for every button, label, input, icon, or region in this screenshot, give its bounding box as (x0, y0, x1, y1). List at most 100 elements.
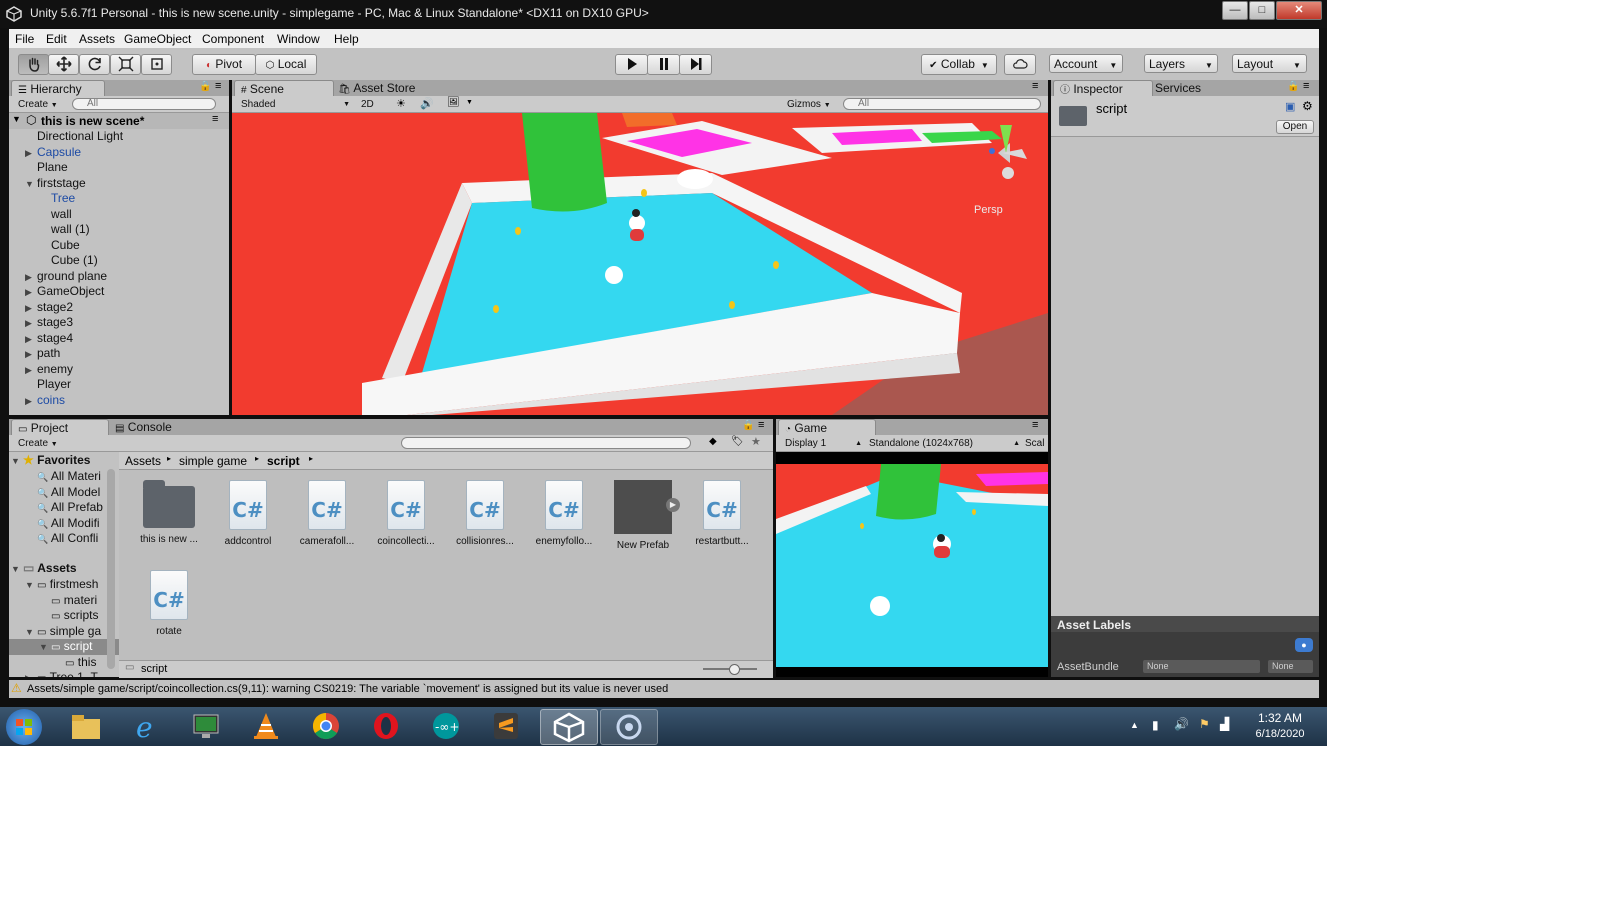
expand-arrow-icon[interactable]: ▶ (25, 316, 37, 331)
display-dropdown[interactable]: Display 1 ▲ (782, 437, 864, 450)
resolution-dropdown[interactable]: Standalone (1024x768) ▲ (866, 437, 1022, 450)
asset-item[interactable]: C# camerafoll... (287, 480, 367, 547)
persp-label[interactable]: Persp (974, 204, 1003, 216)
project-search-input[interactable] (401, 437, 691, 449)
taskbar-vlc[interactable] (248, 711, 284, 741)
project-create-button[interactable]: Create ▼ (15, 437, 61, 450)
taskbar-internet-explorer[interactable]: e (128, 711, 164, 744)
expand-arrow-icon[interactable]: ▼ (25, 625, 37, 640)
expand-arrow-icon[interactable]: ▶ (25, 671, 37, 677)
hand-tool-button[interactable] (18, 54, 49, 75)
asset-item[interactable]: C# addcontrol (208, 480, 288, 547)
breadcrumb-simple-game[interactable]: simple game (179, 454, 247, 468)
help-book-icon[interactable]: ▣ (1285, 100, 1295, 113)
expand-arrow-icon[interactable]: ▼ (12, 114, 21, 124)
expand-arrow-icon[interactable]: ▶ (25, 146, 37, 161)
pivot-toggle[interactable]: ◐ Pivot (192, 54, 256, 75)
scene-search-input[interactable] (843, 98, 1041, 110)
asset-bundle-dropdown[interactable]: None (1143, 660, 1260, 673)
taskbar-arduino[interactable]: -∞+ (428, 711, 464, 741)
hierarchy-item[interactable]: wall (39, 207, 72, 223)
minimize-button[interactable]: — (1222, 1, 1248, 20)
tab-scene[interactable]: # Scene (234, 80, 334, 97)
scene-menu-icon[interactable]: ≡ (212, 113, 218, 125)
scene-header-row[interactable]: ▼ ⬡ this is new scene* ≡ (9, 113, 229, 129)
favorite-item[interactable]: 🔍 All Prefab (37, 500, 103, 516)
game-viewport[interactable] (776, 464, 1048, 667)
expand-arrow-icon[interactable]: ▶ (25, 394, 37, 409)
start-button[interactable] (6, 709, 42, 745)
expand-arrow-icon[interactable]: ▼ (11, 562, 23, 577)
battery-icon[interactable]: ▮ (1152, 718, 1159, 732)
project-folder-item[interactable]: ▼ ▭ simple ga (9, 624, 119, 640)
expand-arrow-icon[interactable]: ▶ (25, 332, 37, 347)
volume-icon[interactable]: 🔊 (1174, 717, 1189, 731)
hierarchy-item[interactable]: ▶ enemy (25, 362, 73, 378)
taskbar-opera[interactable] (368, 711, 404, 741)
tag-icon[interactable]: ● (1295, 638, 1313, 652)
tree-scrollbar[interactable] (107, 469, 115, 669)
hierarchy-item[interactable]: ▶ Capsule (25, 145, 81, 161)
asset-item[interactable]: this is new ... (129, 480, 209, 545)
menu-component[interactable]: Component (202, 32, 264, 46)
scale-tool-button[interactable] (110, 54, 141, 75)
hierarchy-item[interactable]: ▶ stage3 (25, 315, 73, 331)
filter-type-icon[interactable]: ◆ (709, 436, 717, 447)
tab-hierarchy[interactable]: ☰ Hierarchy (11, 80, 105, 97)
move-tool-button[interactable] (48, 54, 79, 75)
project-folder-item[interactable]: ▼ ▭ firstmesh (9, 577, 119, 593)
layout-dropdown[interactable]: Layout ▼ (1232, 54, 1307, 73)
hierarchy-item[interactable]: wall (1) (39, 222, 90, 238)
menu-file[interactable]: File (15, 32, 34, 46)
menu-edit[interactable]: Edit (46, 32, 67, 46)
expand-arrow-icon[interactable]: ▼ (25, 578, 37, 593)
rect-tool-button[interactable] (141, 54, 172, 75)
project-folder-item[interactable]: ▼ ▭ script (9, 639, 119, 655)
expand-arrow-icon[interactable]: ▼ (25, 177, 37, 192)
tab-services[interactable]: Services (1149, 80, 1225, 96)
asset-item[interactable]: C# rotate (129, 570, 209, 637)
layers-dropdown[interactable]: Layers ▼ (1144, 54, 1218, 73)
tab-inspector[interactable]: ⓘ Inspector (1053, 80, 1153, 97)
hierarchy-item[interactable]: ▶ stage2 (25, 300, 73, 316)
lock-icon[interactable]: 🔒 (199, 81, 211, 92)
project-folder-item[interactable]: ▶▭ Tree 1_T (9, 670, 119, 677)
status-bar[interactable]: ⚠ Assets/simple game/script/coincollecti… (9, 680, 1319, 698)
taskbar-unity[interactable] (540, 709, 598, 745)
expand-arrow-icon[interactable]: ▼ (11, 454, 23, 469)
favorite-item[interactable]: 🔍 All Confli (37, 531, 98, 547)
filter-label-icon[interactable]: 🏷 (731, 436, 744, 447)
shading-mode-dropdown[interactable]: Shaded ▼ (238, 98, 354, 111)
menu-gameobject[interactable]: GameObject (124, 32, 191, 46)
hierarchy-item[interactable]: ▼ firststage (25, 176, 86, 192)
favorite-item[interactable]: 🔍 All Materi (37, 469, 101, 485)
expand-arrow-icon[interactable]: ▼ (39, 640, 51, 655)
project-folder-item[interactable]: ▭ this (9, 655, 119, 671)
project-folder-item[interactable]: ▭ scripts (9, 608, 119, 624)
hierarchy-item[interactable]: ▶ ground plane (25, 269, 107, 285)
star-icon[interactable]: ★ (751, 435, 761, 448)
audio-toggle-icon[interactable]: 🔊 (420, 97, 434, 110)
panel-menu-icon[interactable]: ≡ (215, 80, 221, 92)
asset-item[interactable]: C# restartbutt... (682, 480, 762, 547)
collab-dropdown[interactable]: ✔ Collab ▼ (921, 54, 997, 75)
favorite-item[interactable]: 🔍 All Modifi (37, 516, 100, 532)
expand-arrow-icon[interactable]: ▶ (25, 301, 37, 316)
2d-toggle[interactable]: 2D (358, 98, 377, 111)
hierarchy-item[interactable]: Directional Light (25, 129, 123, 145)
action-center-flag-icon[interactable]: ⚑ (1199, 717, 1210, 731)
panel-menu-icon[interactable]: ≡ (1032, 80, 1038, 92)
hierarchy-item[interactable]: Cube (1) (39, 253, 98, 269)
icon-size-slider-thumb[interactable] (729, 664, 740, 675)
hierarchy-search-input[interactable] (72, 98, 216, 110)
hierarchy-item[interactable]: ▶ coins (25, 393, 65, 409)
tab-asset-store[interactable]: 🛍 Asset Store (332, 80, 438, 96)
panel-menu-icon[interactable]: ≡ (1032, 419, 1038, 431)
lock-icon[interactable]: 🔒 (1287, 81, 1299, 92)
lighting-toggle-icon[interactable]: ☀ (396, 97, 406, 110)
expand-arrow-icon[interactable]: ▶ (25, 285, 37, 300)
hierarchy-item[interactable]: Plane (25, 160, 68, 176)
asset-item[interactable]: C# enemyfollo... (524, 480, 604, 547)
close-button[interactable]: ✕ (1276, 1, 1322, 20)
scene-viewport[interactable] (232, 113, 1048, 415)
